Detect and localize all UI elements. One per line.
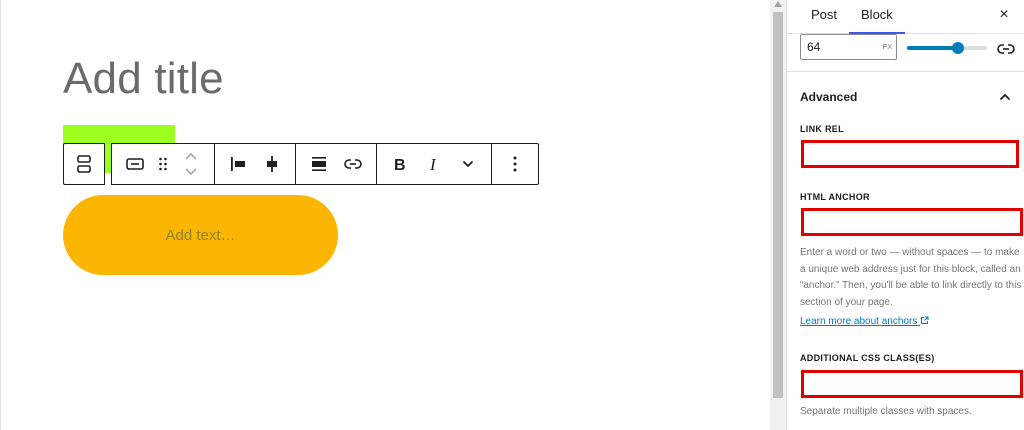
block-type-icon	[77, 155, 91, 173]
learn-more-anchors-label: Learn more about anchors	[800, 316, 918, 327]
block-toolbar: B I	[63, 143, 539, 185]
advanced-heading: Advanced	[800, 90, 858, 104]
html-anchor-label: HTML ANCHOR	[800, 192, 870, 202]
move-up-down-icon	[185, 153, 197, 175]
justify-left-icon	[231, 157, 245, 171]
sidebar-tabs: Post Block ×	[787, 0, 1024, 34]
toolbar-main: B I	[111, 143, 539, 185]
width-input[interactable]: 64 PX	[800, 34, 897, 60]
italic-button[interactable]: I	[417, 144, 451, 184]
drag-handle[interactable]	[152, 144, 174, 184]
slider-fill	[907, 46, 959, 50]
external-link-icon	[921, 316, 929, 324]
css-class-input[interactable]	[801, 370, 1023, 398]
editor-canvas: Add title B I Add text…	[0, 0, 770, 430]
more-rich-text-icon	[462, 160, 474, 168]
link-button[interactable]	[336, 144, 370, 184]
settings-sidebar: Post Block × 64 PX Advanced LINK REL HTM…	[786, 0, 1024, 430]
justify-center-button[interactable]	[255, 144, 289, 184]
toolbar-group-justify	[215, 144, 296, 184]
justify-left-button[interactable]	[221, 144, 255, 184]
learn-more-anchors-link[interactable]: Learn more about anchors	[800, 316, 929, 327]
post-title[interactable]: Add title	[63, 54, 224, 104]
bold-button[interactable]: B	[383, 144, 417, 184]
unlink-button[interactable]	[995, 38, 1017, 60]
toolbar-group-align-link	[296, 144, 377, 184]
svg-text:B: B	[394, 157, 406, 172]
italic-icon: I	[429, 156, 437, 172]
html-anchor-input[interactable]	[801, 208, 1023, 236]
toolbar-group-block	[112, 144, 215, 184]
svg-text:I: I	[429, 156, 437, 172]
width-slider[interactable]	[907, 42, 987, 54]
css-class-help-text: Separate multiple classes with spaces.	[800, 406, 972, 417]
chevron-up-icon	[996, 88, 1014, 106]
drag-handle-icon	[159, 157, 167, 171]
link-rel-input[interactable]	[801, 140, 1019, 168]
block-parent-button[interactable]	[63, 143, 105, 185]
button-block[interactable]: Add text…	[63, 195, 338, 275]
align-icon	[312, 157, 326, 171]
editor-scrollbar[interactable]	[770, 0, 786, 430]
move-up-down-button[interactable]	[174, 144, 208, 184]
close-icon[interactable]: ×	[994, 6, 1014, 24]
width-unit: PX	[882, 43, 892, 51]
options-icon	[513, 156, 517, 172]
button-block-button[interactable]	[118, 144, 152, 184]
tab-post[interactable]: Post	[799, 0, 849, 34]
scrollbar-thumb[interactable]	[773, 12, 783, 398]
align-button[interactable]	[302, 144, 336, 184]
options-button[interactable]	[498, 144, 532, 184]
toolbar-group-options	[492, 144, 538, 184]
link-icon	[344, 159, 362, 169]
justify-center-icon	[267, 156, 277, 172]
anchor-help-text: Enter a word or two — without spaces — t…	[800, 247, 1022, 308]
advanced-panel-toggle[interactable]: Advanced	[787, 72, 1024, 122]
slider-handle[interactable]	[952, 42, 965, 54]
bold-icon: B	[394, 157, 406, 172]
css-class-label: ADDITIONAL CSS CLASS(ES)	[800, 353, 935, 363]
more-rich-text-button[interactable]	[451, 144, 485, 184]
width-controls: 64 PX	[787, 34, 1024, 72]
button-text-placeholder[interactable]: Add text…	[165, 227, 235, 244]
toolbar-group-format: B I	[377, 144, 492, 184]
scroll-up-arrow-icon[interactable]	[774, 1, 782, 7]
button-block-icon	[126, 158, 144, 170]
link-rel-label: LINK REL	[800, 124, 844, 134]
width-input-value: 64	[807, 40, 821, 54]
tab-block[interactable]: Block	[849, 0, 905, 34]
link-icon	[997, 44, 1015, 54]
